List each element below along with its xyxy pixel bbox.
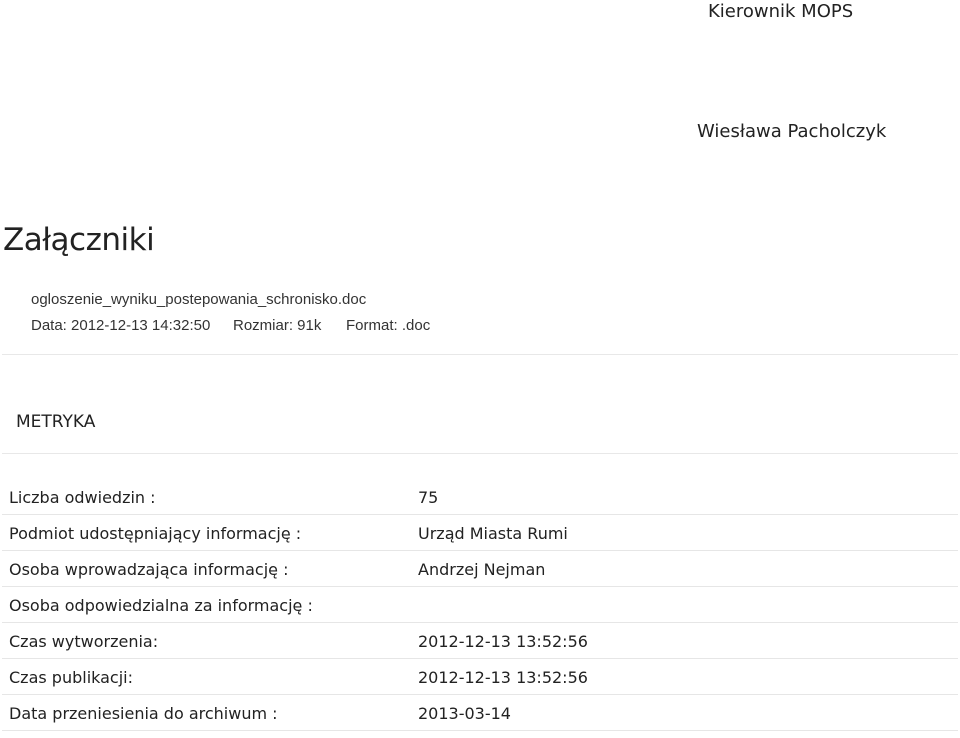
divider: [2, 354, 958, 355]
attachment-date: Data: 2012-12-13 14:32:50: [31, 317, 211, 334]
metryka-label: Podmiot udostępniający informację :: [9, 524, 302, 543]
metryka-label: Czas wytworzenia:: [9, 632, 159, 651]
metryka-value: Urząd Miasta Rumi: [418, 524, 568, 543]
metryka-table: Liczba odwiedzin : 75 Podmiot udostępnia…: [2, 479, 958, 731]
metryka-label: Czas publikacji:: [9, 668, 134, 687]
attachment-size: Rozmiar: 91k: [233, 317, 322, 334]
signature-name: Wiesława Pacholczyk: [697, 121, 887, 142]
signature-role: Kierownik MOPS: [708, 1, 854, 22]
metryka-row-created: Czas wytworzenia: 2012-12-13 13:52:56: [2, 623, 958, 659]
metryka-value: 75: [418, 488, 439, 507]
metryka-value: 2013-03-14: [418, 704, 511, 723]
metryka-label: Osoba wprowadzająca informację :: [9, 560, 289, 579]
metryka-value: Andrzej Nejman: [418, 560, 546, 579]
metryka-row-publisher: Podmiot udostępniający informację : Urzą…: [2, 515, 958, 551]
metryka-row-entered-by: Osoba wprowadzająca informację : Andrzej…: [2, 551, 958, 587]
metryka-value: 2012-12-13 13:52:56: [418, 668, 588, 687]
metryka-row-archived: Data przeniesienia do archiwum : 2013-03…: [2, 695, 958, 731]
metryka-row-responsible: Osoba odpowiedzialna za informację :: [2, 587, 958, 623]
metryka-value: 2012-12-13 13:52:56: [418, 632, 588, 651]
attachment-file-link[interactable]: ogloszenie_wyniku_postepowania_schronisk…: [31, 290, 366, 310]
metryka-heading: METRYKA: [16, 412, 96, 432]
attachment-format: Format: .doc: [346, 317, 431, 334]
attachments-heading: Załączniki: [3, 222, 155, 258]
divider: [2, 453, 958, 454]
attachment-meta: Data: 2012-12-13 14:32:50 Rozmiar: 91k For…: [31, 316, 430, 336]
metryka-label: Data przeniesienia do archiwum :: [9, 704, 278, 723]
metryka-row-published: Czas publikacji: 2012-12-13 13:52:56: [2, 659, 958, 695]
metryka-label: Osoba odpowiedzialna za informację :: [9, 596, 313, 615]
metryka-label: Liczba odwiedzin :: [9, 488, 156, 507]
metryka-row-visits: Liczba odwiedzin : 75: [2, 479, 958, 515]
